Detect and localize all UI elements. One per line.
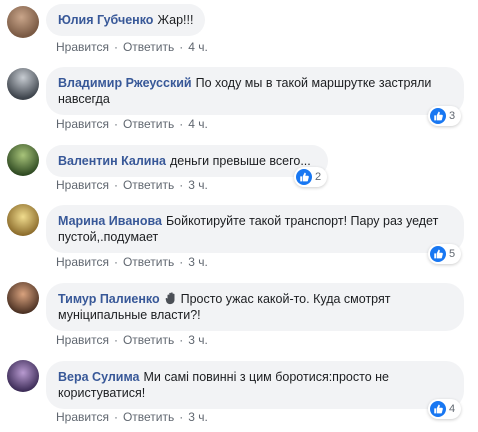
like-link[interactable]: Нравится xyxy=(56,178,109,192)
reaction-count: 2 xyxy=(315,171,322,183)
comment-bubble: Юлия Губченко Жар!!! xyxy=(46,4,206,36)
reply-link[interactable]: Ответить xyxy=(123,178,174,192)
timestamp[interactable]: 3 ч. xyxy=(188,255,208,269)
comment-text: Жар!!! xyxy=(157,13,194,27)
separator: · xyxy=(179,333,184,347)
comment-bubble: Владимир Ржеусский По ходу мы в такой мар… xyxy=(46,67,464,115)
like-icon xyxy=(296,169,312,185)
avatar[interactable] xyxy=(7,360,39,392)
badge-icon xyxy=(164,291,178,305)
separator: · xyxy=(179,178,184,192)
separator: · xyxy=(113,40,118,54)
separator: · xyxy=(113,333,118,347)
author-name[interactable]: Валентин Калина xyxy=(58,154,166,168)
like-icon xyxy=(430,246,446,262)
avatar[interactable] xyxy=(7,144,39,176)
reply-link[interactable]: Ответить xyxy=(123,117,174,131)
like-link[interactable]: Нравится xyxy=(56,410,109,424)
comment-actions: Нравится · Ответить · 3 ч. xyxy=(56,178,208,192)
comment-actions: Нравится · Ответить · 4 ч. xyxy=(56,117,208,131)
timestamp[interactable]: 4 ч. xyxy=(188,117,208,131)
reaction-badge[interactable]: 4 xyxy=(428,399,462,419)
like-icon xyxy=(430,401,446,417)
comment-bubble: Тимур Палиенко Просто ужас какой-то. Куда… xyxy=(46,283,464,331)
avatar[interactable] xyxy=(7,68,39,100)
like-link[interactable]: Нравится xyxy=(56,255,109,269)
author-name[interactable]: Вера Сулима xyxy=(58,370,140,384)
reply-link[interactable]: Ответить xyxy=(123,255,174,269)
separator: · xyxy=(179,410,184,424)
author-name[interactable]: Владимир Ржеусский xyxy=(58,76,192,90)
separator: · xyxy=(179,255,184,269)
author-name[interactable]: Юлия Губченко xyxy=(58,13,153,27)
avatar[interactable] xyxy=(7,6,39,38)
comment-bubble: Вера Сулима Ми самі повинні з цим боротис… xyxy=(46,361,464,409)
author-name[interactable]: Тимур Палиенко xyxy=(58,292,160,306)
separator: · xyxy=(179,40,184,54)
reply-link[interactable]: Ответить xyxy=(123,410,174,424)
timestamp[interactable]: 3 ч. xyxy=(188,333,208,347)
reaction-badge[interactable]: 2 xyxy=(294,167,328,187)
comment-actions: Нравится · Ответить · 3 ч. xyxy=(56,410,208,424)
reply-link[interactable]: Ответить xyxy=(123,40,174,54)
reply-link[interactable]: Ответить xyxy=(123,333,174,347)
like-link[interactable]: Нравится xyxy=(56,333,109,347)
reaction-count: 4 xyxy=(449,403,456,415)
separator: · xyxy=(113,117,118,131)
like-icon xyxy=(430,108,446,124)
comment-bubble: Валентин Калина деньги превыше всего... xyxy=(46,145,328,177)
reaction-badge[interactable]: 5 xyxy=(428,244,462,264)
like-link[interactable]: Нравится xyxy=(56,40,109,54)
timestamp[interactable]: 4 ч. xyxy=(188,40,208,54)
comment-actions: Нравится · Ответить · 3 ч. xyxy=(56,333,208,347)
comment-text: деньги превыше всего... xyxy=(169,154,311,168)
avatar[interactable] xyxy=(7,204,39,236)
reaction-count: 5 xyxy=(449,248,456,260)
timestamp[interactable]: 3 ч. xyxy=(188,178,208,192)
author-name[interactable]: Марина Иванова xyxy=(58,214,162,228)
comment-bubble: Марина Иванова Бойкотируйте такой транспо… xyxy=(46,205,464,253)
avatar[interactable] xyxy=(7,282,39,314)
like-link[interactable]: Нравится xyxy=(56,117,109,131)
comment-actions: Нравится · Ответить · 3 ч. xyxy=(56,255,208,269)
separator: · xyxy=(179,117,184,131)
comment-actions: Нравится · Ответить · 4 ч. xyxy=(56,40,208,54)
separator: · xyxy=(113,255,118,269)
reaction-badge[interactable]: 3 xyxy=(428,106,462,126)
reaction-count: 3 xyxy=(449,110,456,122)
separator: · xyxy=(113,178,118,192)
separator: · xyxy=(113,410,118,424)
timestamp[interactable]: 3 ч. xyxy=(188,410,208,424)
